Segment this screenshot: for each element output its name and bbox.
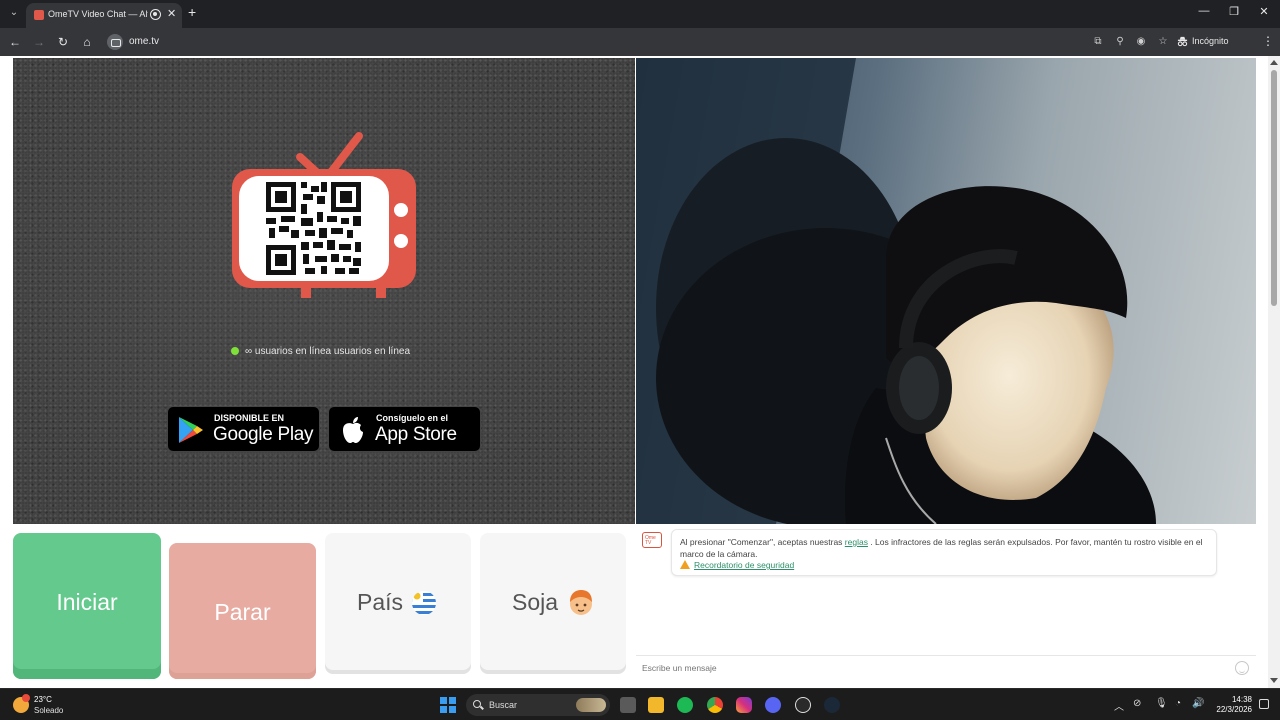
bookmark-star-icon[interactable]: ☆: [1156, 35, 1170, 49]
volume-icon[interactable]: 🔊: [1192, 698, 1204, 709]
close-tab-icon[interactable]: ✕: [167, 7, 176, 20]
scrollbar-thumb[interactable]: [1271, 70, 1277, 306]
translate-icon[interactable]: ⧉: [1091, 35, 1105, 49]
chat-controls: Iniciar Parar País Soja: [13, 530, 629, 682]
start-button[interactable]: Iniciar: [13, 533, 161, 679]
network-off-icon[interactable]: ⊘: [1133, 698, 1141, 709]
page-scrollbar[interactable]: [1268, 56, 1280, 688]
reload-icon[interactable]: ↻: [55, 34, 71, 50]
self-camera-video: [636, 58, 1256, 524]
taskbar-search-box[interactable]: Buscar: [466, 694, 610, 716]
rules-link[interactable]: reglas: [845, 537, 868, 547]
webcam-person-image: [636, 58, 1156, 524]
home-icon[interactable]: ⌂: [79, 34, 95, 50]
minimize-icon[interactable]: —: [1196, 5, 1212, 17]
chat-panel: Ome TV Al presionar "Comenzar", aceptas …: [636, 524, 1256, 680]
rules-message: Al presionar "Comenzar", aceptas nuestra…: [680, 536, 1208, 560]
browser-toolbar: ← → ↻ ⌂ ome.tv ⧉ ⚲ ◉ ☆ Incógnito ⋮: [0, 28, 1280, 56]
task-view-icon[interactable]: [620, 697, 636, 713]
wifi-icon[interactable]: ◔: [1175, 698, 1181, 709]
boy-emoji-icon: [570, 590, 592, 615]
incognito-label: Incógnito: [1192, 36, 1229, 46]
message-input-row: [636, 655, 1256, 680]
zoom-icon[interactable]: ⚲: [1113, 35, 1127, 49]
windows-taskbar: 23°C Soleado Buscar ︿ ⊘ 🎙 ◔ 🔊 14:38 22/3…: [0, 688, 1280, 720]
steam-icon[interactable]: [824, 697, 840, 713]
taskbar-search-label: Buscar: [489, 700, 518, 710]
notifications-icon[interactable]: [1259, 699, 1269, 709]
online-users-text: ∞ usuarios en línea usuarios en línea: [245, 346, 411, 357]
search-highlight-image: [576, 698, 606, 712]
weather-temperature[interactable]: 23°C: [34, 695, 52, 704]
new-tab-button[interactable]: +: [188, 4, 196, 20]
online-users-count: ∞ usuarios en línea usuarios en línea: [231, 346, 410, 360]
partner-video-panel: ∞ usuarios en línea usuarios en línea DI…: [13, 58, 635, 524]
ometv-page: ∞ usuarios en línea usuarios en línea DI…: [0, 56, 1280, 688]
warning-icon: [680, 560, 690, 569]
google-play-icon: [179, 417, 203, 443]
url-text[interactable]: ome.tv: [129, 36, 159, 47]
back-icon[interactable]: ←: [7, 34, 23, 50]
tracking-protection-icon[interactable]: ◉: [1134, 35, 1148, 49]
ometv-favicon-icon: [34, 10, 44, 20]
rules-message-pre: Al presionar "Comenzar", aceptas nuestra…: [680, 537, 843, 547]
uruguay-flag-icon: [412, 591, 436, 615]
country-filter-button[interactable]: País: [325, 533, 471, 670]
google-play-button[interactable]: DISPONIBLE EN Google Play: [167, 406, 320, 452]
google-play-big-text: Google Play: [213, 424, 314, 445]
scroll-down-arrow-icon[interactable]: [1270, 678, 1278, 683]
forward-icon[interactable]: →: [31, 34, 47, 50]
tab-search-chevron-icon[interactable]: ⌄: [6, 5, 22, 21]
weather-condition[interactable]: Soleado: [34, 706, 63, 715]
google-play-small-text: DISPONIBLE EN: [214, 413, 285, 423]
stop-button[interactable]: Parar: [169, 543, 316, 679]
app-store-big-text: App Store: [375, 424, 457, 445]
ometv-chat-logo-icon: Ome TV: [642, 532, 662, 548]
app-store-small-text: Consíguelo en el: [376, 413, 449, 423]
recording-indicator-icon: [150, 9, 161, 20]
system-message: Al presionar "Comenzar", aceptas nuestra…: [671, 529, 1217, 576]
clock-date: 22/3/2026: [1216, 705, 1252, 714]
restore-icon[interactable]: ❐: [1226, 5, 1242, 18]
microphone-icon[interactable]: 🎙: [1155, 698, 1168, 709]
gender-label: Soja: [512, 589, 559, 615]
chat-logo-text: Ome TV: [645, 535, 656, 546]
github-icon[interactable]: [795, 697, 811, 713]
site-info-icon[interactable]: [107, 34, 123, 50]
stop-label: Parar: [214, 599, 271, 625]
clock-time: 14:38: [1231, 695, 1252, 704]
online-status-icon: [231, 347, 239, 355]
scroll-up-arrow-icon[interactable]: [1270, 60, 1278, 65]
discord-icon[interactable]: [765, 697, 781, 713]
close-window-icon[interactable]: ✕: [1256, 5, 1272, 18]
browser-tab-bar: ⌄ OmeTV Video Chat — Alte ✕ + — ❐ ✕: [0, 0, 1280, 28]
browser-menu-icon[interactable]: ⋮: [1262, 34, 1274, 48]
windows-start-icon[interactable]: [440, 697, 456, 713]
start-label: Iniciar: [56, 589, 118, 615]
gender-filter-button[interactable]: Soja: [480, 533, 626, 670]
incognito-icon: [1177, 36, 1188, 47]
tab-title: OmeTV Video Chat — Alte: [48, 9, 148, 19]
message-input[interactable]: [642, 661, 1222, 675]
ometv-logo-tv-icon: [232, 132, 416, 298]
safety-reminder-link[interactable]: Recordatorio de seguridad: [694, 560, 794, 570]
incognito-indicator[interactable]: Incógnito: [1177, 36, 1229, 47]
browser-tab[interactable]: OmeTV Video Chat — Alte ✕: [26, 3, 182, 28]
app-store-button[interactable]: Consíguelo en el App Store: [328, 406, 481, 452]
tray-overflow-chevron-icon[interactable]: ︿: [1114, 698, 1124, 713]
emoji-picker-icon[interactable]: [1235, 661, 1249, 675]
search-icon: [473, 700, 481, 708]
taskbar-clock[interactable]: 14:38 22/3/2026: [1214, 695, 1252, 715]
chrome-icon[interactable]: [707, 697, 723, 713]
safety-reminder: Recordatorio de seguridad: [680, 560, 794, 570]
instagram-icon[interactable]: [736, 697, 752, 713]
country-label: País: [357, 589, 404, 615]
address-bar[interactable]: ome.tv: [104, 31, 1184, 53]
weather-notification-badge: [22, 694, 30, 702]
apple-icon: [343, 417, 363, 443]
spotify-icon[interactable]: [677, 697, 693, 713]
file-explorer-icon[interactable]: [648, 697, 664, 713]
